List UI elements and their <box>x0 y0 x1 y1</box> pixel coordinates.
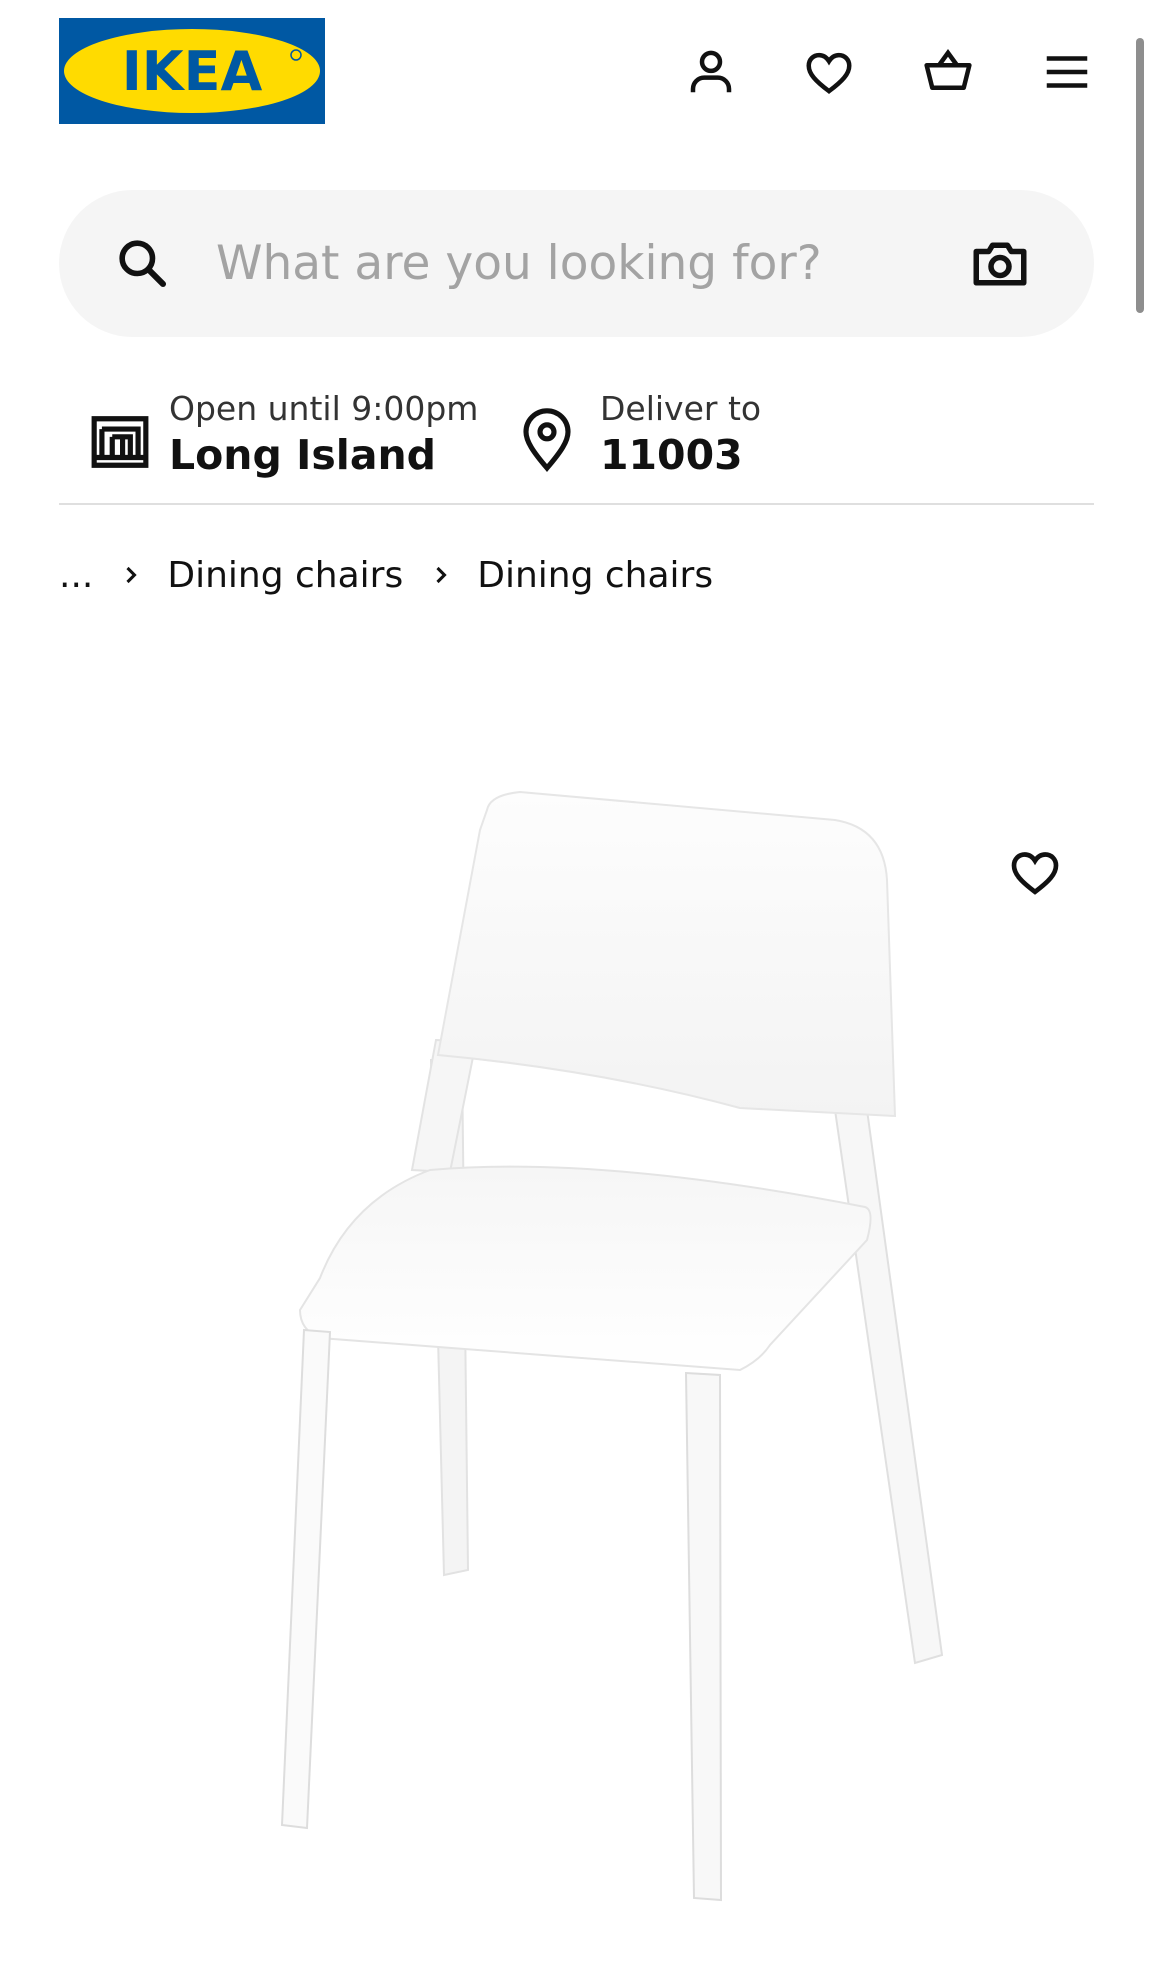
camera-icon[interactable] <box>969 234 1031 294</box>
search-input[interactable] <box>216 220 936 306</box>
deliver-label: Deliver to <box>600 389 762 428</box>
product-image[interactable] <box>200 770 960 1910</box>
chevron-right-icon <box>436 566 447 584</box>
store-hours: Open until 9:00pm <box>169 389 479 428</box>
heart-icon <box>1011 852 1059 895</box>
basket-button[interactable] <box>916 40 980 104</box>
basket-icon <box>924 49 972 90</box>
delivery-zip: 11003 <box>600 431 743 479</box>
search-icon[interactable] <box>114 235 170 291</box>
location-pin-icon <box>523 408 571 472</box>
page-scrollbar[interactable] <box>1136 38 1144 313</box>
heart-icon <box>806 52 852 94</box>
chevron-right-icon <box>126 566 137 584</box>
menu-icon <box>1046 56 1088 88</box>
search-bar[interactable] <box>59 190 1094 337</box>
add-to-favorites-button[interactable] <box>1003 840 1067 904</box>
menu-button[interactable] <box>1035 40 1099 104</box>
delivery-selector[interactable]: Deliver to 11003 <box>519 385 839 490</box>
breadcrumb-item-current[interactable]: Dining chairs <box>477 555 713 596</box>
breadcrumb: ... Dining chairs Dining chairs <box>59 553 713 597</box>
store-delivery-row: Open until 9:00pm Long Island Deliver to… <box>59 385 1094 505</box>
chair-illustration <box>280 790 944 1902</box>
store-selector[interactable]: Open until 9:00pm Long Island <box>89 385 509 490</box>
wishlist-button[interactable] <box>797 40 861 104</box>
store-name: Long Island <box>169 431 437 479</box>
top-header: IKEA <box>0 0 1170 150</box>
breadcrumb-ellipsis[interactable]: ... <box>59 555 93 596</box>
breadcrumb-item[interactable]: Dining chairs <box>167 555 403 596</box>
account-button[interactable] <box>679 40 743 104</box>
header-actions <box>0 40 1170 104</box>
store-icon <box>91 416 149 468</box>
account-icon <box>690 50 732 93</box>
